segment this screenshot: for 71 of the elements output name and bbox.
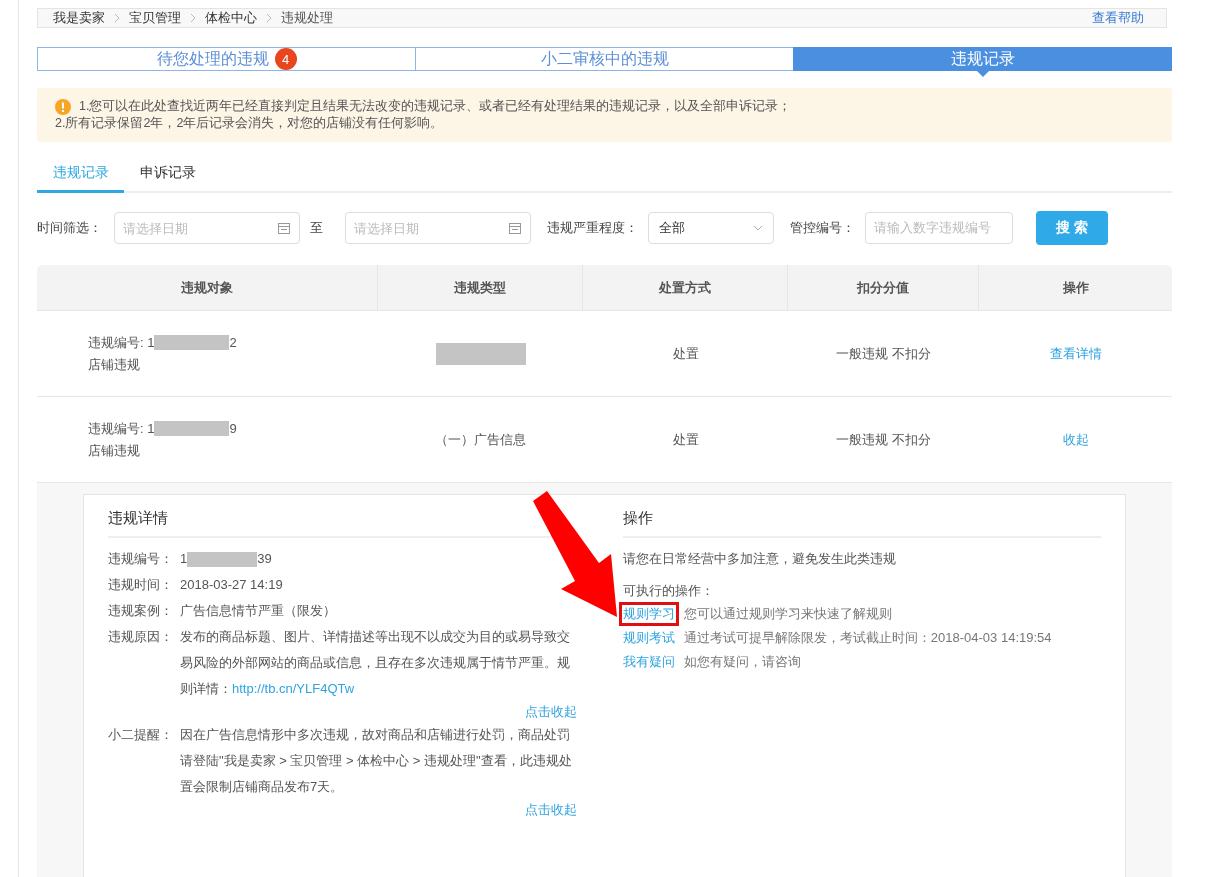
- help-link[interactable]: 查看帮助: [1092, 9, 1144, 27]
- field-value: 发布的商品标题、图片、详情描述等出现不以成交为目的或易导致交易风险的外部网站的商品或信息，且存在多次违规属于情节严重。规则详情：http://tb.cn/YLF4QTw: [180, 628, 571, 698]
- count-badge: 4: [274, 48, 297, 70]
- collapse-link[interactable]: 收起: [1062, 430, 1089, 449]
- breadcrumb-link[interactable]: 违规处理: [281, 9, 333, 27]
- column-header: 处置方式: [583, 265, 788, 310]
- calendar-icon: [277, 221, 291, 235]
- collapse-link[interactable]: 点击收起: [524, 702, 577, 722]
- filter-label: 时间筛选：: [37, 219, 102, 237]
- field-label: 违规原因：: [108, 628, 174, 646]
- column-header: 违规类型: [378, 265, 583, 310]
- tab[interactable]: 待您处理的违规 4: [37, 47, 415, 71]
- field-value: 因在广告信息情形中多次违规，故对商品和店铺进行处罚，商品处罚请登陆"我是卖家 > 宝贝管理 > 体检中心 > 违规处理"查看，此违规处置会限制店铺商品发布7天。: [180, 726, 573, 796]
- chevron-icon: [113, 13, 121, 23]
- section-label: 可执行的操作：: [622, 582, 715, 600]
- breadcrumb-link[interactable]: 我是卖家: [53, 9, 105, 27]
- section-title: 操作: [622, 503, 1101, 538]
- field-label: 小二提醒：: [108, 726, 174, 744]
- date-field[interactable]: 请选择日期: [345, 212, 531, 244]
- collapse-link[interactable]: 点击收起: [524, 800, 577, 820]
- action-link[interactable]: 我有疑问: [618, 650, 679, 674]
- details-link[interactable]: 查看详情: [1049, 344, 1102, 363]
- violation-id-field[interactable]: 请输入数字违规编号: [865, 212, 1013, 244]
- table-cell: 处置: [672, 430, 699, 449]
- filter-label: 管控编号：: [790, 219, 855, 237]
- table-cell: 处置: [672, 344, 699, 363]
- notice-text: 2.所有记录保留2年，2年后记录会消失，对您的店铺没有任何影响。: [55, 115, 445, 132]
- field-value: 2018-03-27 14:19: [180, 576, 284, 594]
- chevron-down-icon: [753, 225, 763, 231]
- notice-text: 1.您可以在此处查找近两年已经直接判定且结果无法改变的违规记录、或者已经有处理结果的违规记录，以及全部申诉记录；: [79, 98, 792, 115]
- chevron-icon: [189, 13, 197, 23]
- table-cell: 一般违规 不扣分: [836, 344, 931, 363]
- advice-text: 请您在日常经营中多加注意，避免发生此类违规: [622, 550, 897, 568]
- calendar-icon: [508, 221, 522, 235]
- table-cell: 违规编号: 1: [88, 333, 155, 352]
- action-description: 如您有疑问，请咨询: [683, 654, 801, 669]
- action-description: 通过考试可提早解除限发，考试截止时间：2018-04-03 14:19:54: [683, 630, 1052, 645]
- rule-link[interactable]: http://tb.cn/YLF4QTw: [232, 681, 355, 696]
- chevron-icon: [265, 13, 273, 23]
- field-label: 违规编号：: [108, 550, 174, 568]
- redaction-block: [187, 551, 258, 567]
- table-cell: 9: [229, 421, 237, 436]
- table-cell: 店铺违规: [88, 355, 140, 374]
- pointer-icon: [975, 70, 990, 77]
- field-value: 1: [180, 550, 188, 568]
- date-field[interactable]: 请选择日期: [114, 212, 300, 244]
- field-label: 违规案例：: [108, 602, 174, 620]
- action-link[interactable]: 规则学习: [618, 602, 679, 626]
- tab[interactable]: 小二审核中的违规: [415, 47, 793, 71]
- table-cell: （一）广告信息: [435, 430, 526, 449]
- column-header: 操作: [1061, 278, 1090, 297]
- table-cell: 一般违规 不扣分: [836, 430, 931, 449]
- table-cell: 违规编号: 1: [88, 419, 155, 438]
- filter-label: 至: [310, 219, 323, 237]
- filter-label: 违规严重程度：: [547, 219, 638, 237]
- sub-tab[interactable]: 申诉记录: [124, 158, 211, 193]
- warning-icon: [55, 98, 71, 115]
- column-header: 违规对象: [37, 265, 378, 310]
- action-link[interactable]: 规则考试: [618, 626, 679, 650]
- action-description: 您可以通过规则学习来快速了解规则: [683, 606, 892, 621]
- search-button[interactable]: 搜 索: [1036, 211, 1108, 245]
- breadcrumb-link[interactable]: 宝贝管理: [129, 9, 181, 27]
- sub-tab[interactable]: 违规记录: [37, 158, 124, 193]
- table-cell: 店铺违规: [88, 441, 140, 460]
- field-value: 广告信息情节严重（限发）: [180, 602, 337, 620]
- table-cell: 2: [229, 335, 237, 350]
- breadcrumb-link[interactable]: 体检中心: [205, 9, 257, 27]
- field-value: 39: [257, 550, 272, 568]
- severity-dropdown[interactable]: 全部: [648, 212, 774, 244]
- field-label: 违规时间：: [108, 576, 174, 594]
- column-header: 扣分分值: [788, 265, 979, 310]
